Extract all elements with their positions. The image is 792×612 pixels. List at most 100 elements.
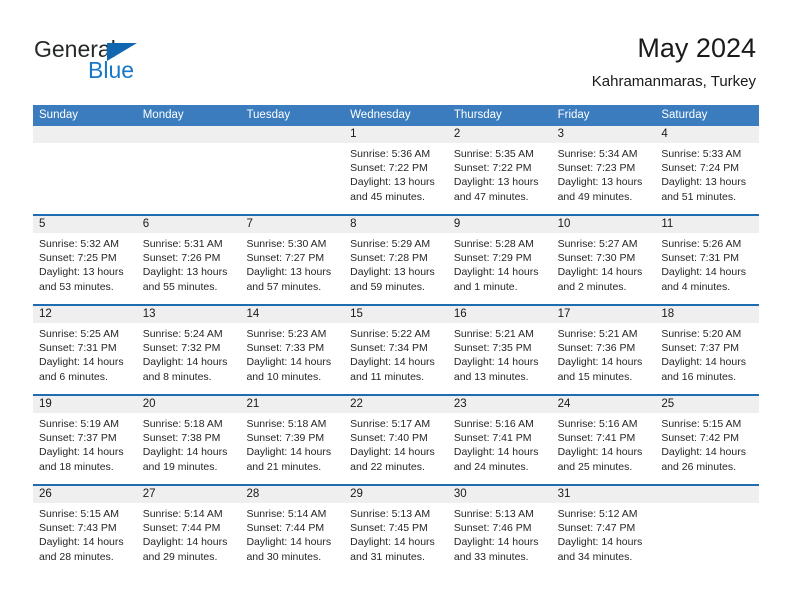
day-number[interactable]: 10 bbox=[552, 216, 656, 233]
day-cell[interactable]: Sunrise: 5:16 AM Sunset: 7:41 PM Daylight:… bbox=[552, 413, 656, 484]
day-number[interactable]: 21 bbox=[240, 396, 344, 413]
day-cell[interactable]: Sunrise: 5:23 AM Sunset: 7:33 PM Daylight:… bbox=[240, 323, 344, 394]
day-detail-line: and 19 minutes. bbox=[142, 460, 218, 473]
day-cell[interactable]: Sunrise: 5:21 AM Sunset: 7:36 PM Daylight:… bbox=[552, 323, 656, 394]
day-cell[interactable]: Sunrise: 5:22 AM Sunset: 7:34 PM Daylight:… bbox=[344, 323, 448, 394]
day-number[interactable]: 12 bbox=[33, 306, 137, 323]
day-detail-line: Daylight: 14 hours bbox=[661, 356, 746, 369]
day-detail-line: Sunset: 7:39 PM bbox=[246, 432, 325, 445]
day-cell-empty bbox=[240, 143, 344, 214]
day-detail-line: Daylight: 14 hours bbox=[142, 356, 228, 369]
day-cell[interactable]: Sunrise: 5:33 AM Sunset: 7:24 PM Daylight:… bbox=[655, 143, 759, 214]
day-number[interactable]: 31 bbox=[552, 486, 656, 503]
day-detail-line: Sunrise: 5:12 AM bbox=[557, 508, 638, 520]
day-number[interactable]: 6 bbox=[137, 216, 241, 233]
day-cell[interactable]: Sunrise: 5:17 AM Sunset: 7:40 PM Daylight:… bbox=[344, 413, 448, 484]
day-number[interactable]: 3 bbox=[552, 126, 656, 143]
week-day-number-band: 19 20 21 22 23 24 25 bbox=[33, 396, 759, 413]
day-number[interactable]: 2 bbox=[448, 126, 552, 143]
day-cell[interactable]: Sunrise: 5:32 AM Sunset: 7:25 PM Daylight:… bbox=[33, 233, 137, 304]
day-number[interactable]: 11 bbox=[655, 216, 759, 233]
general-blue-logo[interactable]: General Blue bbox=[34, 36, 234, 88]
day-cell[interactable]: Sunrise: 5:13 AM Sunset: 7:46 PM Daylight:… bbox=[448, 503, 552, 574]
weekday-header-tuesday: Tuesday bbox=[246, 109, 291, 121]
day-cell[interactable]: Sunrise: 5:12 AM Sunset: 7:47 PM Daylight:… bbox=[552, 503, 656, 574]
day-number[interactable]: 14 bbox=[240, 306, 344, 323]
week-day-number-band: 12 13 14 15 16 17 18 bbox=[33, 306, 759, 323]
day-number[interactable]: 1 bbox=[344, 126, 448, 143]
day-detail-line: and 11 minutes. bbox=[350, 370, 425, 383]
day-cell-empty bbox=[33, 143, 137, 214]
day-number[interactable]: 4 bbox=[655, 126, 759, 143]
day-number[interactable]: 5 bbox=[33, 216, 137, 233]
day-cell[interactable]: Sunrise: 5:35 AM Sunset: 7:22 PM Daylight:… bbox=[448, 143, 552, 214]
day-cell[interactable]: Sunrise: 5:16 AM Sunset: 7:41 PM Daylight:… bbox=[448, 413, 552, 484]
day-cell[interactable]: Sunrise: 5:25 AM Sunset: 7:31 PM Daylight:… bbox=[33, 323, 137, 394]
day-number[interactable]: 17 bbox=[552, 306, 656, 323]
day-detail-line: and 31 minutes. bbox=[350, 550, 425, 563]
week-day-number-band: 1234 bbox=[33, 126, 759, 143]
weekday-header-monday: Monday bbox=[142, 109, 184, 121]
day-cell[interactable]: Sunrise: 5:13 AM Sunset: 7:45 PM Daylight:… bbox=[344, 503, 448, 574]
day-cell[interactable]: Sunrise: 5:14 AM Sunset: 7:44 PM Daylight:… bbox=[240, 503, 344, 574]
day-number[interactable]: 13 bbox=[137, 306, 241, 323]
day-cell[interactable]: Sunrise: 5:19 AM Sunset: 7:37 PM Daylight:… bbox=[33, 413, 137, 484]
day-detail-line: Daylight: 14 hours bbox=[557, 356, 643, 369]
day-cell[interactable]: Sunrise: 5:21 AM Sunset: 7:35 PM Daylight:… bbox=[448, 323, 552, 394]
day-cell[interactable]: Sunrise: 5:18 AM Sunset: 7:38 PM Daylight:… bbox=[137, 413, 241, 484]
day-detail-line: and 57 minutes. bbox=[246, 280, 322, 293]
day-number[interactable]: 22 bbox=[344, 396, 448, 413]
day-number[interactable]: 30 bbox=[448, 486, 552, 503]
day-number[interactable]: 7 bbox=[240, 216, 344, 233]
day-number[interactable]: 28 bbox=[240, 486, 344, 503]
day-cell[interactable]: Sunrise: 5:29 AM Sunset: 7:28 PM Daylight:… bbox=[344, 233, 448, 304]
day-detail-line: Sunset: 7:37 PM bbox=[661, 342, 739, 355]
day-detail-line: Daylight: 13 hours bbox=[557, 176, 643, 189]
day-detail-line: Sunrise: 5:20 AM bbox=[661, 328, 742, 340]
day-detail-line: Sunrise: 5:28 AM bbox=[453, 238, 534, 250]
day-cell[interactable]: Sunrise: 5:27 AM Sunset: 7:30 PM Daylight:… bbox=[552, 233, 656, 304]
day-detail-line: Sunset: 7:41 PM bbox=[557, 432, 636, 445]
day-number[interactable]: 25 bbox=[655, 396, 759, 413]
day-cell[interactable]: Sunrise: 5:20 AM Sunset: 7:37 PM Daylight:… bbox=[655, 323, 759, 394]
day-number[interactable]: 19 bbox=[33, 396, 137, 413]
day-detail-line: Sunrise: 5:36 AM bbox=[350, 148, 431, 160]
day-detail-line: Daylight: 13 hours bbox=[39, 266, 124, 279]
day-cell[interactable]: Sunrise: 5:14 AM Sunset: 7:44 PM Daylight:… bbox=[137, 503, 241, 574]
day-number[interactable]: 24 bbox=[552, 396, 656, 413]
day-detail-line: Sunrise: 5:35 AM bbox=[453, 148, 534, 160]
day-number[interactable]: 18 bbox=[655, 306, 759, 323]
logo-text-blue: Blue bbox=[88, 57, 135, 83]
day-number[interactable]: 29 bbox=[344, 486, 448, 503]
day-number[interactable]: 26 bbox=[33, 486, 137, 503]
day-detail-line: Sunset: 7:45 PM bbox=[350, 522, 428, 535]
week-day-detail-band: Sunrise: 5:15 AM Sunset: 7:43 PM Daylight:… bbox=[33, 503, 759, 574]
day-number[interactable]: 8 bbox=[344, 216, 448, 233]
weekday-header-row: Sunday Monday Tuesday Wednesday Thursday Frid… bbox=[33, 105, 759, 126]
day-number[interactable]: 15 bbox=[344, 306, 448, 323]
day-cell[interactable]: Sunrise: 5:34 AM Sunset: 7:23 PM Daylight:… bbox=[552, 143, 656, 214]
day-number[interactable]: 9 bbox=[448, 216, 552, 233]
day-cell[interactable]: Sunrise: 5:30 AM Sunset: 7:27 PM Daylight:… bbox=[240, 233, 344, 304]
day-number[interactable]: 23 bbox=[448, 396, 552, 413]
day-cell[interactable]: Sunrise: 5:24 AM Sunset: 7:32 PM Daylight:… bbox=[137, 323, 241, 394]
day-detail-line: Sunset: 7:27 PM bbox=[246, 252, 325, 265]
day-number[interactable]: 20 bbox=[137, 396, 241, 413]
day-number[interactable]: 16 bbox=[448, 306, 552, 323]
day-cell[interactable]: Sunrise: 5:36 AM Sunset: 7:22 PM Daylight:… bbox=[344, 143, 448, 214]
day-number[interactable]: 27 bbox=[137, 486, 241, 503]
day-cell[interactable]: Sunrise: 5:18 AM Sunset: 7:39 PM Daylight:… bbox=[240, 413, 344, 484]
day-cell[interactable]: Sunrise: 5:28 AM Sunset: 7:29 PM Daylight:… bbox=[448, 233, 552, 304]
day-detail-line: Sunrise: 5:13 AM bbox=[350, 508, 431, 520]
day-cell[interactable]: Sunrise: 5:31 AM Sunset: 7:26 PM Daylight:… bbox=[137, 233, 241, 304]
day-detail-line: Sunset: 7:25 PM bbox=[39, 252, 117, 265]
day-detail-line: Daylight: 14 hours bbox=[557, 266, 643, 279]
day-cell[interactable]: Sunrise: 5:26 AM Sunset: 7:31 PM Daylight:… bbox=[655, 233, 759, 304]
day-detail-line: Sunset: 7:23 PM bbox=[557, 162, 636, 175]
day-detail-line: Sunrise: 5:18 AM bbox=[142, 418, 223, 430]
day-detail-line: Daylight: 14 hours bbox=[661, 446, 746, 459]
day-cell[interactable]: Sunrise: 5:15 AM Sunset: 7:42 PM Daylight:… bbox=[655, 413, 759, 484]
day-detail-line: and 6 minutes. bbox=[39, 370, 108, 383]
day-cell[interactable]: Sunrise: 5:15 AM Sunset: 7:43 PM Daylight:… bbox=[33, 503, 137, 574]
day-detail-line: Sunset: 7:31 PM bbox=[39, 342, 117, 355]
